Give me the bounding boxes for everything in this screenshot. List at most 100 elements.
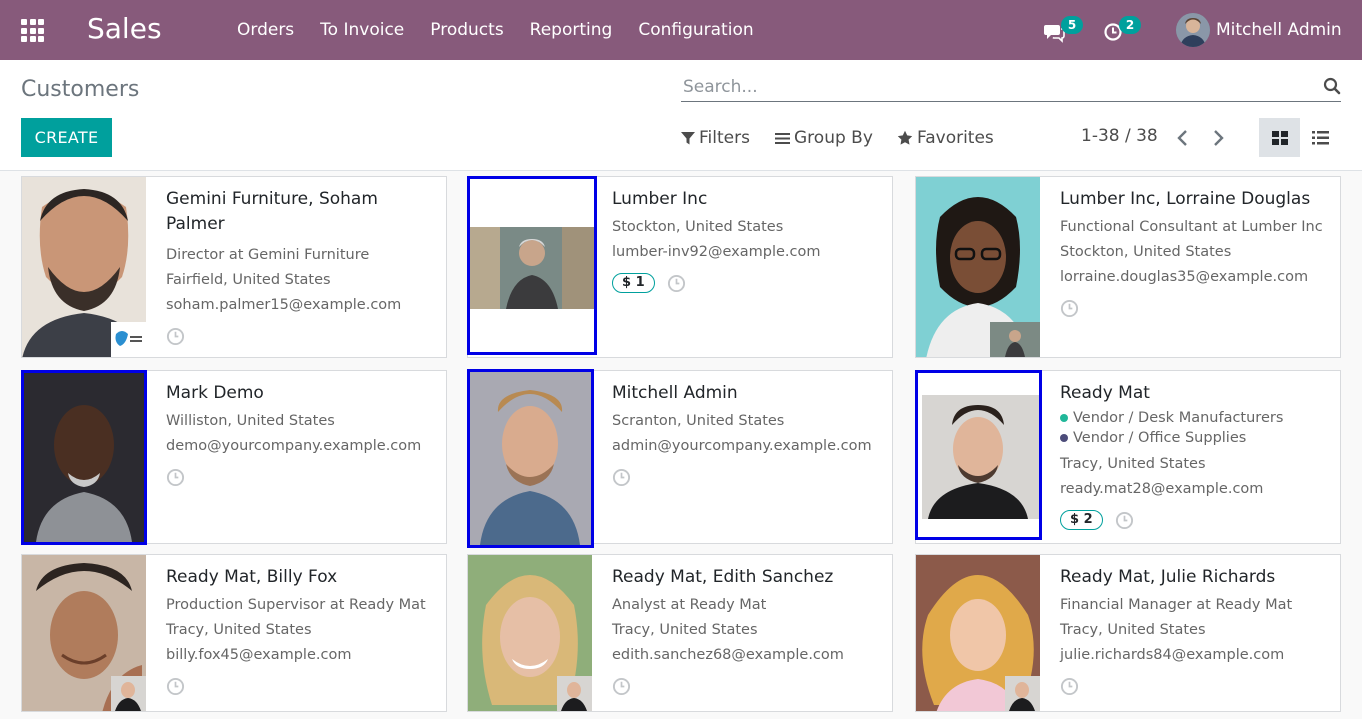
customer-card[interactable]: Lumber Inc Stockton, United States lumbe… [467, 176, 893, 358]
customer-card[interactable]: Lumber Inc, Lorraine Douglas Functional … [915, 176, 1341, 358]
search-input[interactable] [681, 74, 1301, 100]
customer-card[interactable]: Ready Mat, Edith Sanchez Analyst at Read… [467, 554, 893, 712]
apps-menu-icon[interactable] [21, 19, 44, 42]
create-button[interactable]: CREATE [21, 118, 112, 157]
customer-card[interactable]: Mark Demo Williston, United States demo@… [21, 370, 447, 545]
user-avatar [1176, 13, 1210, 47]
menu-products[interactable]: Products [417, 0, 516, 60]
job-title: Functional Consultant at Lumber Inc [1060, 219, 1323, 235]
email: lumber-inv92@example.com [612, 244, 821, 260]
activity-clock-icon[interactable] [166, 468, 185, 487]
customer-name: Ready Mat, Julie Richards [1060, 567, 1276, 587]
location: Tracy, United States [1060, 622, 1206, 638]
company-logo [111, 676, 146, 711]
groupby-label: Group By [794, 128, 873, 148]
customer-card[interactable]: Ready Mat Vendor / Desk Manufacturers Ve… [915, 370, 1341, 544]
search-bar [681, 74, 1341, 102]
sales-count-badge[interactable]: $ 1 [612, 273, 655, 293]
email: lorraine.douglas35@example.com [1060, 269, 1309, 285]
chevron-left-icon[interactable] [1175, 128, 1191, 148]
filters-dropdown[interactable]: Filters [681, 126, 750, 150]
tag-label: Vendor / Desk Manufacturers [1073, 410, 1284, 426]
location: Stockton, United States [1060, 244, 1232, 260]
bars-icon [775, 132, 790, 144]
favorites-dropdown[interactable]: Favorites [897, 126, 994, 150]
activity-clock-icon[interactable] [1115, 511, 1134, 530]
customer-card[interactable]: Mitchell Admin Scranton, United States a… [467, 369, 893, 548]
activities-button[interactable]: 2 [1101, 16, 1141, 42]
customer-photo [915, 370, 1042, 540]
category-tag[interactable]: Vendor / Desk Manufacturers [1060, 408, 1332, 428]
menu-configuration[interactable]: Configuration [625, 0, 766, 60]
activity-clock-icon[interactable] [612, 468, 631, 487]
customer-name: Gemini Furniture, Soham Palmer [166, 189, 378, 234]
chevron-right-icon[interactable] [1210, 128, 1226, 148]
email: julie.richards84@example.com [1060, 647, 1285, 663]
customer-photo [467, 176, 597, 355]
job-title: Financial Manager at Ready Mat [1060, 597, 1293, 613]
email: soham.palmer15@example.com [166, 297, 402, 313]
tag-label: Vendor / Office Supplies [1073, 430, 1247, 446]
activity-clock-icon[interactable] [166, 677, 185, 696]
customer-name: Ready Mat, Billy Fox [166, 567, 338, 587]
filter-icon [681, 132, 695, 145]
favorites-label: Favorites [917, 128, 994, 148]
star-icon [897, 130, 913, 145]
email: billy.fox45@example.com [166, 647, 352, 663]
customer-name: Lumber Inc [612, 189, 708, 209]
category-tag[interactable]: Vendor / Office Supplies [1060, 428, 1332, 448]
menu-to-invoice[interactable]: To Invoice [307, 0, 417, 60]
list-view-button[interactable] [1300, 118, 1341, 157]
email: ready.mat28@example.com [1060, 481, 1264, 497]
company-logo [557, 676, 592, 711]
activities-count-badge: 2 [1119, 16, 1141, 34]
activity-clock-icon[interactable] [166, 327, 185, 346]
customer-photo [467, 369, 594, 548]
job-title: Director at Gemini Furniture [166, 247, 370, 263]
sales-count-badge[interactable]: $ 2 [1060, 510, 1103, 530]
email: edith.sanchez68@example.com [612, 647, 844, 663]
email: admin@yourcompany.example.com [612, 438, 872, 454]
company-logo [111, 322, 146, 357]
menu-orders[interactable]: Orders [224, 0, 307, 60]
job-title: Analyst at Ready Mat [612, 597, 767, 613]
activity-clock-icon[interactable] [612, 677, 631, 696]
list-icon [1312, 130, 1329, 144]
filters-label: Filters [699, 128, 750, 148]
top-navbar: Sales Orders To Invoice Products Reporti… [0, 0, 1362, 60]
search-icon[interactable] [1323, 77, 1341, 95]
customer-card[interactable]: Ready Mat, Billy Fox Production Supervis… [21, 554, 447, 712]
groupby-dropdown[interactable]: Group By [775, 126, 873, 150]
activity-clock-icon[interactable] [1060, 677, 1079, 696]
messages-button[interactable]: 5 [1043, 16, 1083, 43]
customer-name: Ready Mat [1060, 383, 1150, 403]
location: Williston, United States [166, 413, 335, 429]
pager-value[interactable]: 1-38 / 38 [1081, 126, 1158, 146]
location: Fairfield, United States [166, 272, 331, 288]
location: Tracy, United States [1060, 456, 1206, 472]
activity-clock-icon[interactable] [667, 274, 686, 293]
activity-clock-icon[interactable] [1060, 299, 1079, 318]
company-logo [1005, 676, 1040, 711]
customer-card[interactable]: Ready Mat, Julie Richards Financial Mana… [915, 554, 1341, 712]
user-menu[interactable]: Mitchell Admin [1176, 12, 1342, 48]
customer-name: Lumber Inc, Lorraine Douglas [1060, 189, 1311, 209]
control-panel: Customers CREATE Filters Group By Favori… [0, 60, 1362, 171]
company-logo [990, 322, 1040, 357]
customer-name: Mitchell Admin [612, 383, 738, 403]
location: Tracy, United States [166, 622, 312, 638]
customer-name: Ready Mat, Edith Sanchez [612, 567, 834, 587]
user-name: Mitchell Admin [1216, 20, 1342, 40]
app-name[interactable]: Sales [87, 12, 162, 45]
email: demo@yourcompany.example.com [166, 438, 422, 454]
customer-card[interactable]: Gemini Furniture, Soham Palmer Director … [21, 176, 447, 358]
main-menu: Orders To Invoice Products Reporting Con… [224, 0, 767, 60]
menu-reporting[interactable]: Reporting [517, 0, 626, 60]
location: Scranton, United States [612, 413, 785, 429]
customer-photo [21, 370, 147, 545]
location: Tracy, United States [612, 622, 758, 638]
customer-name: Mark Demo [166, 383, 264, 403]
location: Stockton, United States [612, 219, 784, 235]
kanban-view-button[interactable] [1259, 118, 1300, 157]
breadcrumb: Customers [21, 77, 140, 102]
